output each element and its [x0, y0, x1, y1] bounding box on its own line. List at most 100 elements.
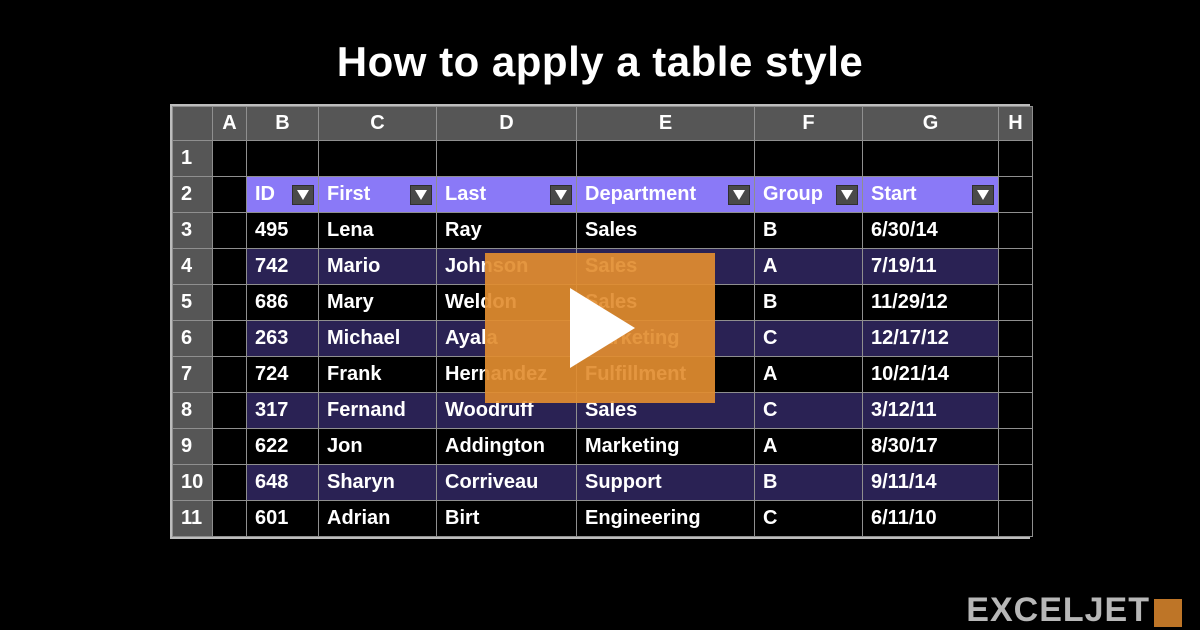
- cell[interactable]: [213, 357, 247, 393]
- row-header-11[interactable]: 11: [173, 501, 213, 537]
- cell[interactable]: [319, 141, 437, 177]
- cell-group[interactable]: A: [755, 249, 863, 285]
- filter-button[interactable]: [292, 185, 314, 205]
- cell-first[interactable]: Adrian: [319, 501, 437, 537]
- cell-start[interactable]: 9/11/14: [863, 465, 999, 501]
- cell-first[interactable]: Fernand: [319, 393, 437, 429]
- play-button[interactable]: [485, 253, 715, 403]
- cell[interactable]: [247, 141, 319, 177]
- cell-start[interactable]: 10/21/14: [863, 357, 999, 393]
- cell-start[interactable]: 7/19/11: [863, 249, 999, 285]
- cell-group[interactable]: A: [755, 357, 863, 393]
- cell-id[interactable]: 742: [247, 249, 319, 285]
- cell-start[interactable]: 8/30/17: [863, 429, 999, 465]
- col-header-E[interactable]: E: [577, 107, 755, 141]
- filter-button[interactable]: [410, 185, 432, 205]
- cell-first[interactable]: Lena: [319, 213, 437, 249]
- cell-group[interactable]: C: [755, 321, 863, 357]
- cell[interactable]: [999, 321, 1033, 357]
- cell[interactable]: [213, 501, 247, 537]
- table-header-department[interactable]: Department: [577, 177, 755, 213]
- col-header-A[interactable]: A: [213, 107, 247, 141]
- col-header-D[interactable]: D: [437, 107, 577, 141]
- cell-id[interactable]: 263: [247, 321, 319, 357]
- cell[interactable]: [213, 177, 247, 213]
- cell-id[interactable]: 495: [247, 213, 319, 249]
- cell-last[interactable]: Addington: [437, 429, 577, 465]
- cell[interactable]: [999, 357, 1033, 393]
- cell-dept[interactable]: Support: [577, 465, 755, 501]
- cell[interactable]: [577, 141, 755, 177]
- cell[interactable]: [999, 213, 1033, 249]
- cell-start[interactable]: 6/30/14: [863, 213, 999, 249]
- row-header-9[interactable]: 9: [173, 429, 213, 465]
- table-header-group[interactable]: Group: [755, 177, 863, 213]
- cell-group[interactable]: C: [755, 393, 863, 429]
- col-header-H[interactable]: H: [999, 107, 1033, 141]
- cell-first[interactable]: Sharyn: [319, 465, 437, 501]
- cell-last[interactable]: Corriveau: [437, 465, 577, 501]
- cell-start[interactable]: 12/17/12: [863, 321, 999, 357]
- cell-last[interactable]: Birt: [437, 501, 577, 537]
- cell[interactable]: [999, 429, 1033, 465]
- cell-start[interactable]: 11/29/12: [863, 285, 999, 321]
- cell-group[interactable]: B: [755, 465, 863, 501]
- row-header-2[interactable]: 2: [173, 177, 213, 213]
- cell-id[interactable]: 686: [247, 285, 319, 321]
- cell-id[interactable]: 601: [247, 501, 319, 537]
- cell-first[interactable]: Mario: [319, 249, 437, 285]
- cell[interactable]: [863, 141, 999, 177]
- cell-first[interactable]: Jon: [319, 429, 437, 465]
- col-header-C[interactable]: C: [319, 107, 437, 141]
- cell-id[interactable]: 317: [247, 393, 319, 429]
- row-header-10[interactable]: 10: [173, 465, 213, 501]
- cell[interactable]: [437, 141, 577, 177]
- col-header-G[interactable]: G: [863, 107, 999, 141]
- table-header-first[interactable]: First: [319, 177, 437, 213]
- cell[interactable]: [755, 141, 863, 177]
- cell-id[interactable]: 724: [247, 357, 319, 393]
- cell[interactable]: [999, 177, 1033, 213]
- cell-last[interactable]: Ray: [437, 213, 577, 249]
- row-header-8[interactable]: 8: [173, 393, 213, 429]
- cell[interactable]: [213, 465, 247, 501]
- cell[interactable]: [999, 501, 1033, 537]
- cell-first[interactable]: Frank: [319, 357, 437, 393]
- cell-first[interactable]: Michael: [319, 321, 437, 357]
- cell[interactable]: [999, 393, 1033, 429]
- cell-group[interactable]: B: [755, 285, 863, 321]
- cell-dept[interactable]: Engineering: [577, 501, 755, 537]
- filter-button[interactable]: [972, 185, 994, 205]
- filter-button[interactable]: [728, 185, 750, 205]
- cell[interactable]: [999, 285, 1033, 321]
- cell-group[interactable]: A: [755, 429, 863, 465]
- row-header-5[interactable]: 5: [173, 285, 213, 321]
- table-header-start[interactable]: Start: [863, 177, 999, 213]
- cell-dept[interactable]: Marketing: [577, 429, 755, 465]
- cell-first[interactable]: Mary: [319, 285, 437, 321]
- cell[interactable]: [213, 213, 247, 249]
- row-header-3[interactable]: 3: [173, 213, 213, 249]
- cell-group[interactable]: C: [755, 501, 863, 537]
- row-header-7[interactable]: 7: [173, 357, 213, 393]
- cell[interactable]: [213, 429, 247, 465]
- cell[interactable]: [213, 321, 247, 357]
- cell-group[interactable]: B: [755, 213, 863, 249]
- cell[interactable]: [999, 141, 1033, 177]
- col-header-F[interactable]: F: [755, 107, 863, 141]
- cell-id[interactable]: 622: [247, 429, 319, 465]
- cell[interactable]: [999, 249, 1033, 285]
- filter-button[interactable]: [550, 185, 572, 205]
- filter-button[interactable]: [836, 185, 858, 205]
- row-header-1[interactable]: 1: [173, 141, 213, 177]
- cell[interactable]: [213, 249, 247, 285]
- cell-id[interactable]: 648: [247, 465, 319, 501]
- cell[interactable]: [999, 465, 1033, 501]
- table-header-last[interactable]: Last: [437, 177, 577, 213]
- cell-dept[interactable]: Sales: [577, 213, 755, 249]
- select-all-corner[interactable]: [173, 107, 213, 141]
- cell[interactable]: [213, 141, 247, 177]
- table-header-id[interactable]: ID: [247, 177, 319, 213]
- cell-start[interactable]: 6/11/10: [863, 501, 999, 537]
- col-header-B[interactable]: B: [247, 107, 319, 141]
